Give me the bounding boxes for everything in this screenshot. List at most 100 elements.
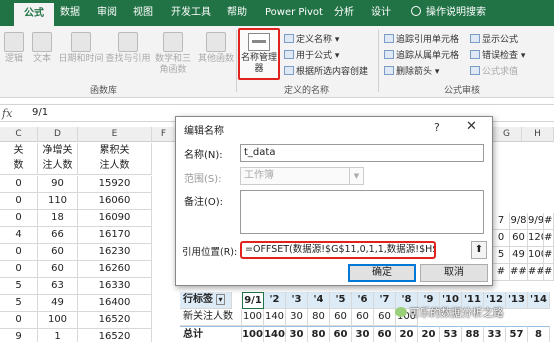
table-cell[interactable]: ### [510,264,528,281]
show-formulas-button[interactable]: 显示公式 [470,32,518,45]
scope-select[interactable]: 工作簿 ▼ [240,167,364,185]
pivot-date-header[interactable]: 9/1 [242,292,264,309]
pivot-total-cell[interactable]: 30 [352,326,374,342]
table-cell[interactable]: 1 [38,329,78,342]
pivot-total-cell[interactable]: 8 [528,326,550,342]
table-cell[interactable]: 49 [510,247,528,264]
trace-dependents-button[interactable]: 追踪从属单元格 [384,48,459,61]
table-cell[interactable]: 100 [38,312,78,329]
pivot-total-cell[interactable]: 33 [484,326,506,342]
pivot-total-cell[interactable]: 60 [330,326,352,342]
table-cell[interactable]: 60 [38,261,78,278]
table-cell[interactable]: 90 [38,176,78,193]
pivot-date-header[interactable]: '2 [264,292,286,309]
pivot-value-cell[interactable]: 100 [242,309,264,326]
table-cell[interactable]: 16060 [78,193,152,210]
tab-data[interactable]: 数据 [60,5,80,21]
table-cell[interactable]: ## [544,230,554,247]
table-cell[interactable]: 120 [528,230,544,247]
table-cell[interactable]: 60 [510,230,528,247]
table-cell[interactable]: 5 [0,295,38,312]
use-in-formula-button[interactable]: 用于公式 ▾ [284,48,339,61]
table-cell[interactable]: ## [544,213,554,230]
create-from-selection-button[interactable]: 根据所选内容创建 [284,64,368,77]
table-cell[interactable]: 15920 [78,176,152,193]
pivot-total-cell[interactable]: 140 [264,326,286,342]
column-header-h[interactable]: H [522,127,554,142]
lookup-button[interactable]: 查找与引用 [104,32,152,65]
tab-formulas[interactable]: 公式 [14,3,54,26]
date-time-button[interactable]: 日期和时间 [58,32,104,65]
pivot-date-header[interactable]: '14 [528,292,550,309]
pivot-total-cell[interactable]: 60 [374,326,396,342]
comment-field[interactable] [240,190,484,234]
tab-design[interactable]: 设计 [371,5,391,21]
table-cell[interactable]: 9 [0,329,38,342]
logical-button[interactable]: 逻辑 [2,32,26,65]
math-trig-button[interactable]: 数学和三角函数 [152,32,194,76]
name-field[interactable]: t_data [240,144,484,162]
table-cell[interactable]: 0 [0,244,38,261]
tab-help[interactable]: 帮助 [227,5,247,21]
tab-view[interactable]: 视图 [133,5,153,21]
fx-icon[interactable]: fx [2,107,12,120]
table-cell[interactable]: ## [544,264,554,281]
help-icon[interactable]: ? [434,121,440,134]
cancel-button[interactable]: 取消 [420,264,488,282]
table-cell[interactable]: 16330 [78,278,152,295]
name-manager-button[interactable]: 名称管理器 [238,28,280,80]
tab-developer[interactable]: 开发工具 [171,5,211,21]
pivot-value-cell[interactable]: 140 [264,309,286,326]
pivot-value-cell[interactable]: 60 [330,309,352,326]
table-cell[interactable]: 100 [528,247,544,264]
pivot-total-cell[interactable]: 57 [506,326,528,342]
pivot-total-cell[interactable]: 30 [286,326,308,342]
table-cell[interactable]: 16520 [78,312,152,329]
text-button[interactable]: 文本 [28,32,56,65]
table-cell[interactable]: 16260 [78,261,152,278]
tab-review[interactable]: 审阅 [97,5,117,21]
table-cell[interactable]: 0 [0,210,38,227]
table-cell[interactable]: ## [544,247,554,264]
table-cell[interactable]: 16400 [78,295,152,312]
table-cell[interactable]: 4 [0,227,38,244]
table-cell[interactable]: 60 [38,244,78,261]
pivot-value-cell[interactable]: 30 [286,309,308,326]
pivot-total-cell[interactable]: 53 [440,326,462,342]
more-functions-button[interactable]: 其他函数 [196,32,236,65]
pivot-value-cell[interactable]: 80 [308,309,330,326]
pivot-date-header[interactable]: '13 [506,292,528,309]
evaluate-formula-button[interactable]: 公式求值 [470,64,518,77]
pivot-total-cell[interactable]: 80 [308,326,330,342]
table-cell[interactable]: 0 [0,176,38,193]
table-cell[interactable]: 7 [493,213,510,230]
pivot-date-header[interactable]: '5 [330,292,352,309]
table-cell[interactable]: 5 [493,247,510,264]
table-cell[interactable]: 0 [0,261,38,278]
filter-dropdown-icon[interactable]: ▾ [216,294,225,305]
pivot-date-header[interactable]: '4 [308,292,330,309]
table-cell[interactable]: # [493,264,510,281]
remove-arrows-button[interactable]: 删除箭头 ▾ [384,64,439,77]
table-cell[interactable]: 16520 [78,329,152,342]
error-checking-button[interactable]: 错误检查 ▾ [470,48,525,61]
pivot-row-label[interactable]: 新关注人数 [180,309,242,326]
table-cell[interactable]: 16170 [78,227,152,244]
pivot-value-cell[interactable]: 60 [352,309,374,326]
pivot-value-cell[interactable]: 60 [374,309,396,326]
column-header-c[interactable]: C [0,127,38,142]
close-icon[interactable]: ✕ [466,119,477,134]
column-header-d[interactable]: D [38,127,78,142]
pivot-date-header[interactable]: '6 [352,292,374,309]
table-cell[interactable]: 110 [38,193,78,210]
refers-to-field[interactable]: =OFFSET(数据源!$G$11,0,1,1,数据源!$H$1) [240,241,436,259]
table-cell[interactable]: 49 [38,295,78,312]
trace-precedents-button[interactable]: 追踪引用单元格 [384,32,459,45]
pivot-date-header[interactable]: '7 [374,292,396,309]
table-cell[interactable]: 9/9 [528,213,544,230]
column-header-g[interactable]: G [492,127,522,142]
define-name-button[interactable]: 定义名称 ▾ [284,32,339,45]
pivot-total-cell[interactable]: 100 [242,326,264,342]
table-cell[interactable]: 16090 [78,210,152,227]
column-header-f[interactable]: F [152,127,176,142]
